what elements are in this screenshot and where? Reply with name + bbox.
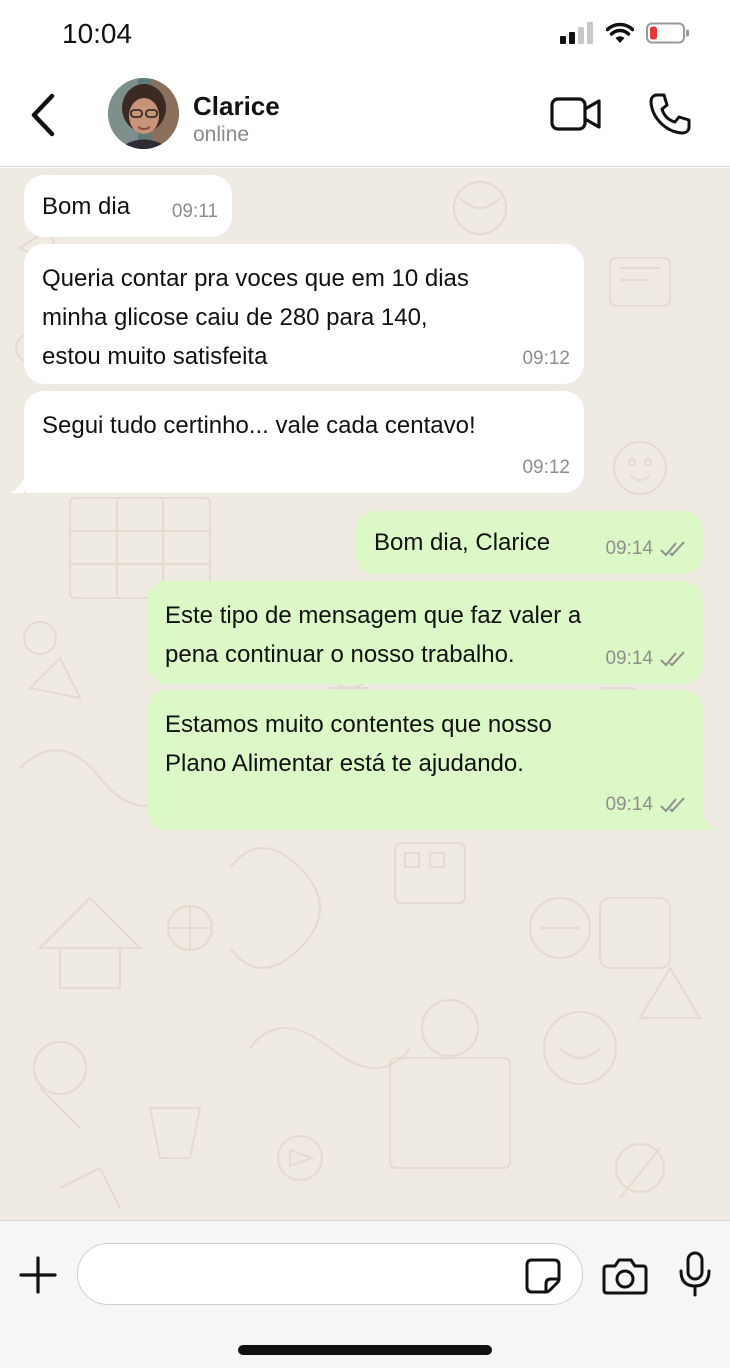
camera-button[interactable] xyxy=(602,1257,648,1295)
message-text: Queria contar pra voces que em 10 dias m… xyxy=(42,265,469,370)
message-meta: 09:14 xyxy=(605,529,689,568)
sticker-button[interactable] xyxy=(524,1257,562,1295)
sticker-icon xyxy=(525,1258,561,1294)
message-bubble-incoming[interactable]: Queria contar pra voces que em 10 dias m… xyxy=(24,244,584,384)
message-time: 09:14 xyxy=(605,794,653,815)
chat-header: Clarice online xyxy=(0,72,730,167)
double-check-icon xyxy=(660,540,685,556)
wifi-icon xyxy=(606,22,634,43)
video-camera-icon xyxy=(550,97,601,131)
message-bubble-outgoing[interactable]: Bom dia, Clarice 09:14 xyxy=(356,511,703,574)
video-call-button[interactable] xyxy=(550,94,602,134)
avatar-image xyxy=(108,78,179,149)
double-check-icon xyxy=(660,796,685,812)
contact-name[interactable]: Clarice xyxy=(193,91,280,122)
double-check-icon xyxy=(660,650,685,666)
message-bubble-incoming[interactable]: Segui tudo certinho... vale cada centavo… xyxy=(24,391,584,493)
message-time: 09:12 xyxy=(522,348,570,369)
input-bar xyxy=(0,1220,730,1368)
avatar[interactable] xyxy=(108,78,179,149)
status-bar: 10:04 xyxy=(0,0,730,72)
message-time: 09:12 xyxy=(522,457,570,478)
message-time: 09:14 xyxy=(605,538,653,559)
back-button[interactable] xyxy=(24,92,64,138)
status-time: 10:04 xyxy=(62,18,133,49)
message-meta: 09:14 xyxy=(605,785,689,824)
microphone-icon xyxy=(679,1251,711,1297)
camera-icon xyxy=(602,1258,648,1295)
attach-button[interactable] xyxy=(18,1255,58,1295)
message-meta: 09:14 xyxy=(605,639,689,678)
phone-icon xyxy=(649,93,691,135)
message-meta: 09:11 xyxy=(172,192,218,231)
home-indicator[interactable] xyxy=(238,1345,492,1355)
message-time: 09:11 xyxy=(171,201,218,222)
signal-icon xyxy=(560,22,593,44)
battery-icon xyxy=(646,22,689,44)
chat-area[interactable]: Bom dia 09:11 Queria contar pra voces qu… xyxy=(0,168,730,1220)
message-bubble-incoming[interactable]: Bom dia 09:11 xyxy=(24,175,232,237)
message-input[interactable] xyxy=(77,1243,583,1305)
message-text: Segui tudo certinho... vale cada centavo… xyxy=(42,412,476,439)
bubble-tail-incoming xyxy=(10,477,24,493)
chevron-left-icon xyxy=(31,93,55,137)
message-bubble-outgoing[interactable]: Estamos muito contentes que nosso Plano … xyxy=(147,690,703,830)
message-bubble-outgoing[interactable]: Este tipo de mensagem que faz valer a pe… xyxy=(147,581,703,684)
microphone-button[interactable] xyxy=(678,1251,712,1297)
contact-status: online xyxy=(193,123,250,146)
message-meta: 09:12 xyxy=(522,448,570,487)
plus-icon xyxy=(19,1256,57,1294)
message-meta: 09:12 xyxy=(522,339,570,378)
message-text: Estamos muito contentes que nosso Plano … xyxy=(165,711,552,777)
message-time: 09:14 xyxy=(605,648,653,669)
voice-call-button[interactable] xyxy=(648,92,692,136)
status-icons xyxy=(560,22,690,44)
bubble-tail-outgoing xyxy=(703,814,719,830)
